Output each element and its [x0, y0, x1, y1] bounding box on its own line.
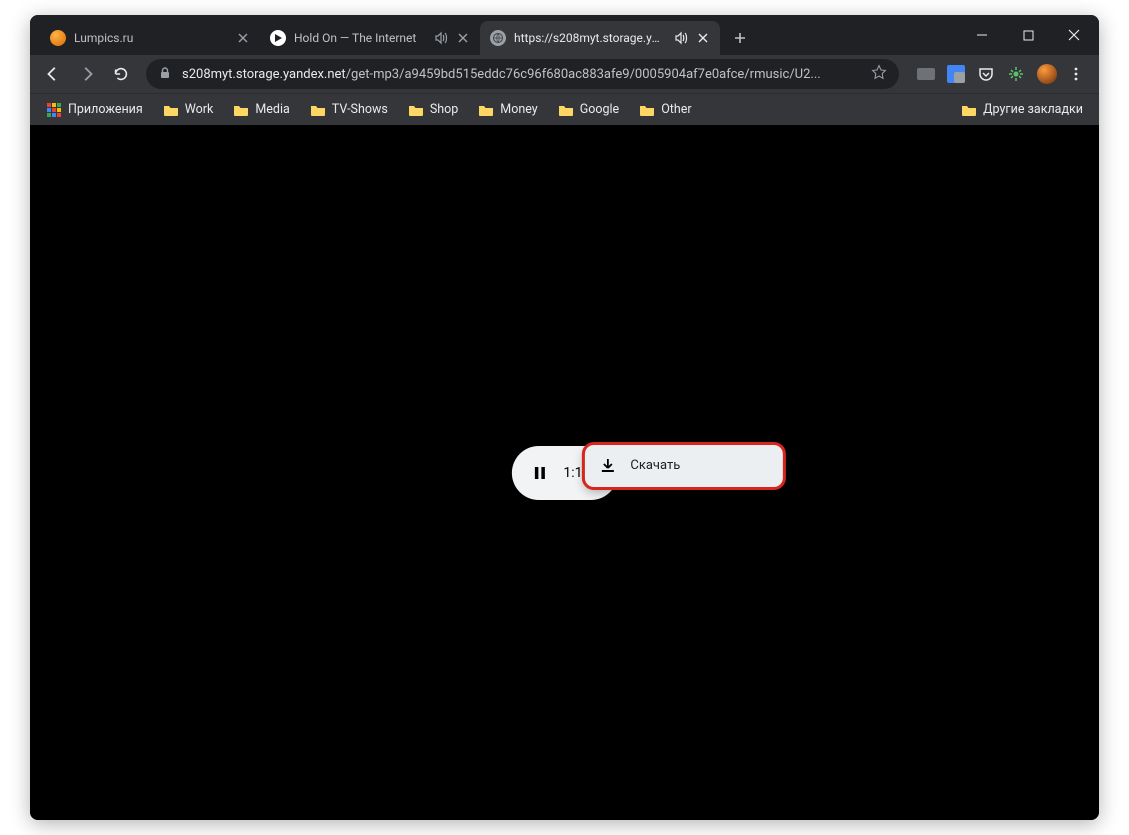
favicon-play: [270, 30, 286, 46]
audio-player-area: 1:11 / Скачать: [511, 446, 617, 500]
extension-icon-4[interactable]: [1007, 65, 1025, 83]
folder-icon: [163, 102, 179, 118]
apps-label: Приложения: [68, 102, 143, 117]
toolbar: s208myt.storage.yandex.net/get-mp3/a9459…: [30, 55, 1099, 93]
reload-button[interactable]: [106, 59, 136, 89]
download-label: Скачать: [630, 458, 680, 473]
bookmark-folder-tvshows[interactable]: TV-Shows: [302, 98, 396, 122]
profile-avatar[interactable]: [1037, 64, 1057, 84]
download-menu-item[interactable]: Скачать: [584, 449, 782, 483]
back-button[interactable]: [38, 59, 68, 89]
folder-icon: [310, 102, 326, 118]
url-path: /get-mp3/a9459bd515eddc76c96f680ac883afe…: [346, 67, 821, 82]
bookmark-label: Google: [580, 102, 619, 117]
folder-icon: [408, 102, 424, 118]
bookmark-folder-shop[interactable]: Shop: [400, 98, 466, 122]
chrome-menu-button[interactable]: [1061, 59, 1091, 89]
bookmark-folder-media[interactable]: Media: [225, 98, 297, 122]
tab-title: https://s208myt.storage.yand: [514, 31, 666, 45]
titlebar: Lumpics.ru Hold On — The Internet: [30, 15, 1099, 55]
bookmark-star-icon[interactable]: [871, 64, 887, 84]
audio-playing-icon[interactable]: [434, 31, 448, 45]
tab-title: Hold On — The Internet: [294, 31, 426, 45]
other-bookmarks-label: Другие закладки: [983, 102, 1083, 117]
bookmark-folder-other[interactable]: Other: [631, 98, 699, 122]
bookmarks-bar: Приложения Work Media TV-Shows Shop Mone…: [30, 93, 1099, 125]
audio-playing-icon[interactable]: [674, 31, 688, 45]
bookmark-label: Money: [500, 102, 537, 117]
favicon-globe: [490, 30, 506, 46]
folder-icon: [233, 102, 249, 118]
extension-icon-1[interactable]: [917, 65, 935, 83]
tab-holdon[interactable]: Hold On — The Internet: [260, 21, 480, 55]
other-bookmarks-button[interactable]: Другие закладки: [953, 98, 1091, 122]
bookmark-label: Other: [661, 102, 691, 117]
close-icon[interactable]: [456, 31, 470, 45]
browser-window: Lumpics.ru Hold On — The Internet: [30, 15, 1099, 820]
favicon-lumpics: [50, 30, 66, 46]
new-tab-button[interactable]: [726, 24, 754, 52]
window-controls: [959, 15, 1099, 55]
tab-strip: Lumpics.ru Hold On — The Internet: [40, 15, 959, 55]
google-translate-icon[interactable]: [947, 65, 965, 83]
url-text: s208myt.storage.yandex.net/get-mp3/a9459…: [182, 67, 861, 82]
tab-title: Lumpics.ru: [74, 31, 228, 45]
tab-lumpics[interactable]: Lumpics.ru: [40, 21, 260, 55]
bookmark-label: Shop: [430, 102, 458, 117]
bookmark-label: Media: [255, 102, 289, 117]
forward-button[interactable]: [72, 59, 102, 89]
folder-icon: [961, 102, 977, 118]
download-icon: [598, 457, 616, 475]
close-window-button[interactable]: [1051, 19, 1097, 51]
url-host: s208myt.storage.yandex.net: [182, 67, 346, 82]
apps-button[interactable]: Приложения: [38, 98, 151, 122]
page-content: 1:11 / Скачать: [30, 125, 1099, 820]
folder-icon: [478, 102, 494, 118]
bookmark-folder-google[interactable]: Google: [550, 98, 627, 122]
address-bar[interactable]: s208myt.storage.yandex.net/get-mp3/a9459…: [146, 59, 899, 89]
maximize-button[interactable]: [1005, 19, 1051, 51]
folder-icon: [639, 102, 655, 118]
close-icon[interactable]: [236, 31, 250, 45]
minimize-button[interactable]: [959, 19, 1005, 51]
bookmark-label: Work: [185, 102, 214, 117]
tab-storage[interactable]: https://s208myt.storage.yand: [480, 21, 720, 55]
pause-button[interactable]: [529, 463, 549, 483]
bookmark-folder-work[interactable]: Work: [155, 98, 222, 122]
close-icon[interactable]: [696, 31, 710, 45]
lock-icon: [158, 65, 172, 84]
bookmark-folder-money[interactable]: Money: [470, 98, 545, 122]
bookmark-label: TV-Shows: [332, 102, 388, 117]
apps-grid-icon: [46, 102, 62, 118]
context-menu: Скачать: [583, 444, 783, 488]
pocket-icon[interactable]: [977, 65, 995, 83]
extension-icons: [909, 65, 1033, 83]
folder-icon: [558, 102, 574, 118]
